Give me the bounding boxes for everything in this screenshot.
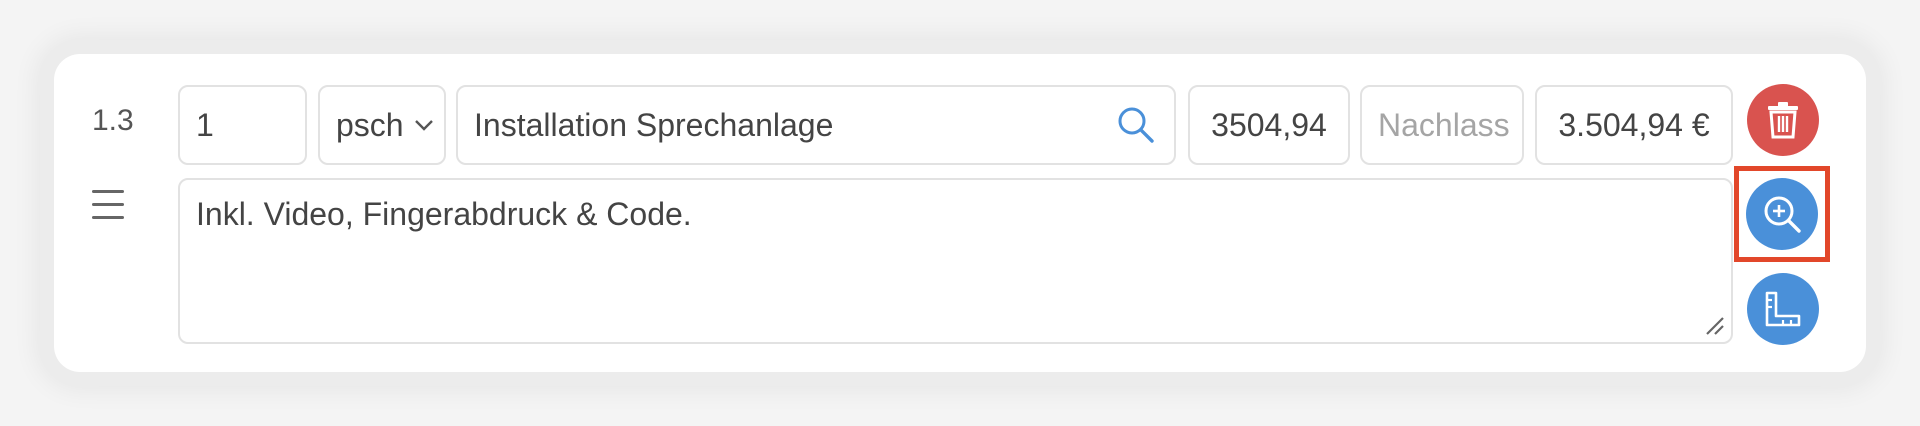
ruler-icon (1765, 291, 1801, 327)
delete-button[interactable] (1747, 84, 1819, 156)
unit-select[interactable]: psch (318, 85, 446, 165)
total-field: 3.504,94 € (1535, 85, 1733, 165)
long-text-textarea[interactable]: Inkl. Video, Fingerabdruck & Code. (178, 178, 1733, 344)
quantity-value: 1 (196, 106, 214, 143)
unit-price-value: 3504,94 (1211, 106, 1327, 143)
zoom-in-icon (1764, 196, 1801, 233)
chevron-down-icon (415, 120, 433, 131)
trash-icon (1768, 102, 1798, 139)
search-icon[interactable] (1116, 105, 1156, 145)
zoom-button[interactable] (1746, 178, 1818, 250)
unit-value: psch (336, 106, 404, 143)
resize-icon[interactable] (1703, 314, 1725, 336)
discount-placeholder: Nachlass (1378, 106, 1510, 143)
drag-handle-icon[interactable] (92, 190, 124, 220)
measure-button[interactable] (1747, 273, 1819, 345)
unit-price-input[interactable]: 3504,94 (1188, 85, 1350, 165)
discount-input[interactable]: Nachlass (1360, 85, 1524, 165)
quantity-input[interactable]: 1 (178, 85, 307, 165)
description-input[interactable]: Installation Sprechanlage (456, 85, 1176, 165)
description-value: Installation Sprechanlage (474, 106, 834, 143)
position-number: 1.3 (92, 104, 134, 137)
long-text-value: Inkl. Video, Fingerabdruck & Code. (196, 196, 692, 232)
total-value: 3.504,94 € (1558, 106, 1710, 143)
